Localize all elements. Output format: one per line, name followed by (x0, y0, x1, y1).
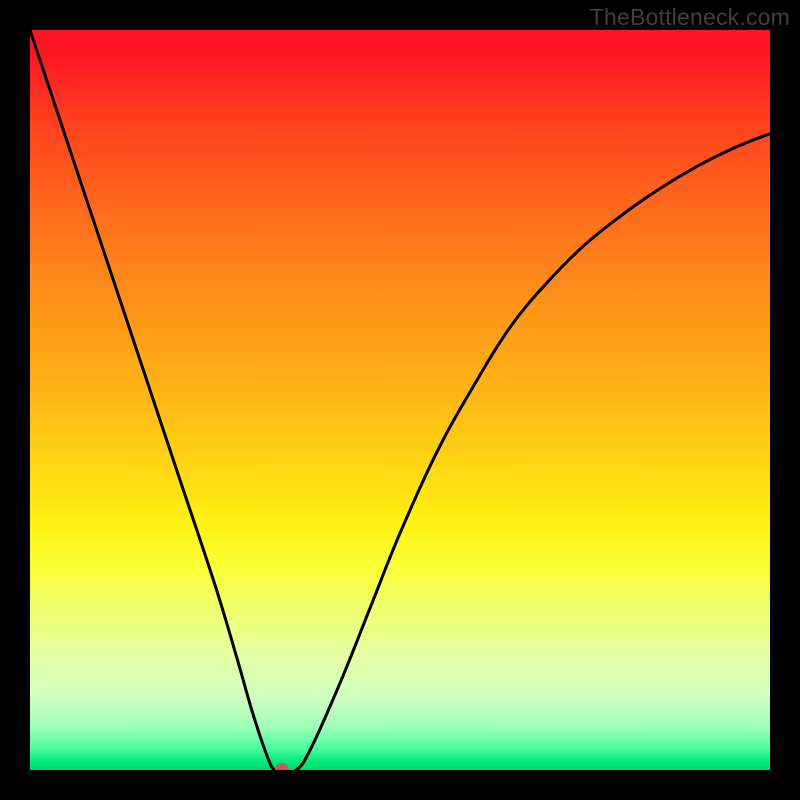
curve-path (30, 30, 770, 770)
plot-area (30, 30, 770, 770)
watermark-text: TheBottleneck.com (590, 4, 790, 31)
min-marker (275, 763, 289, 770)
curve-layer (30, 30, 770, 770)
chart-frame: TheBottleneck.com (0, 0, 800, 800)
